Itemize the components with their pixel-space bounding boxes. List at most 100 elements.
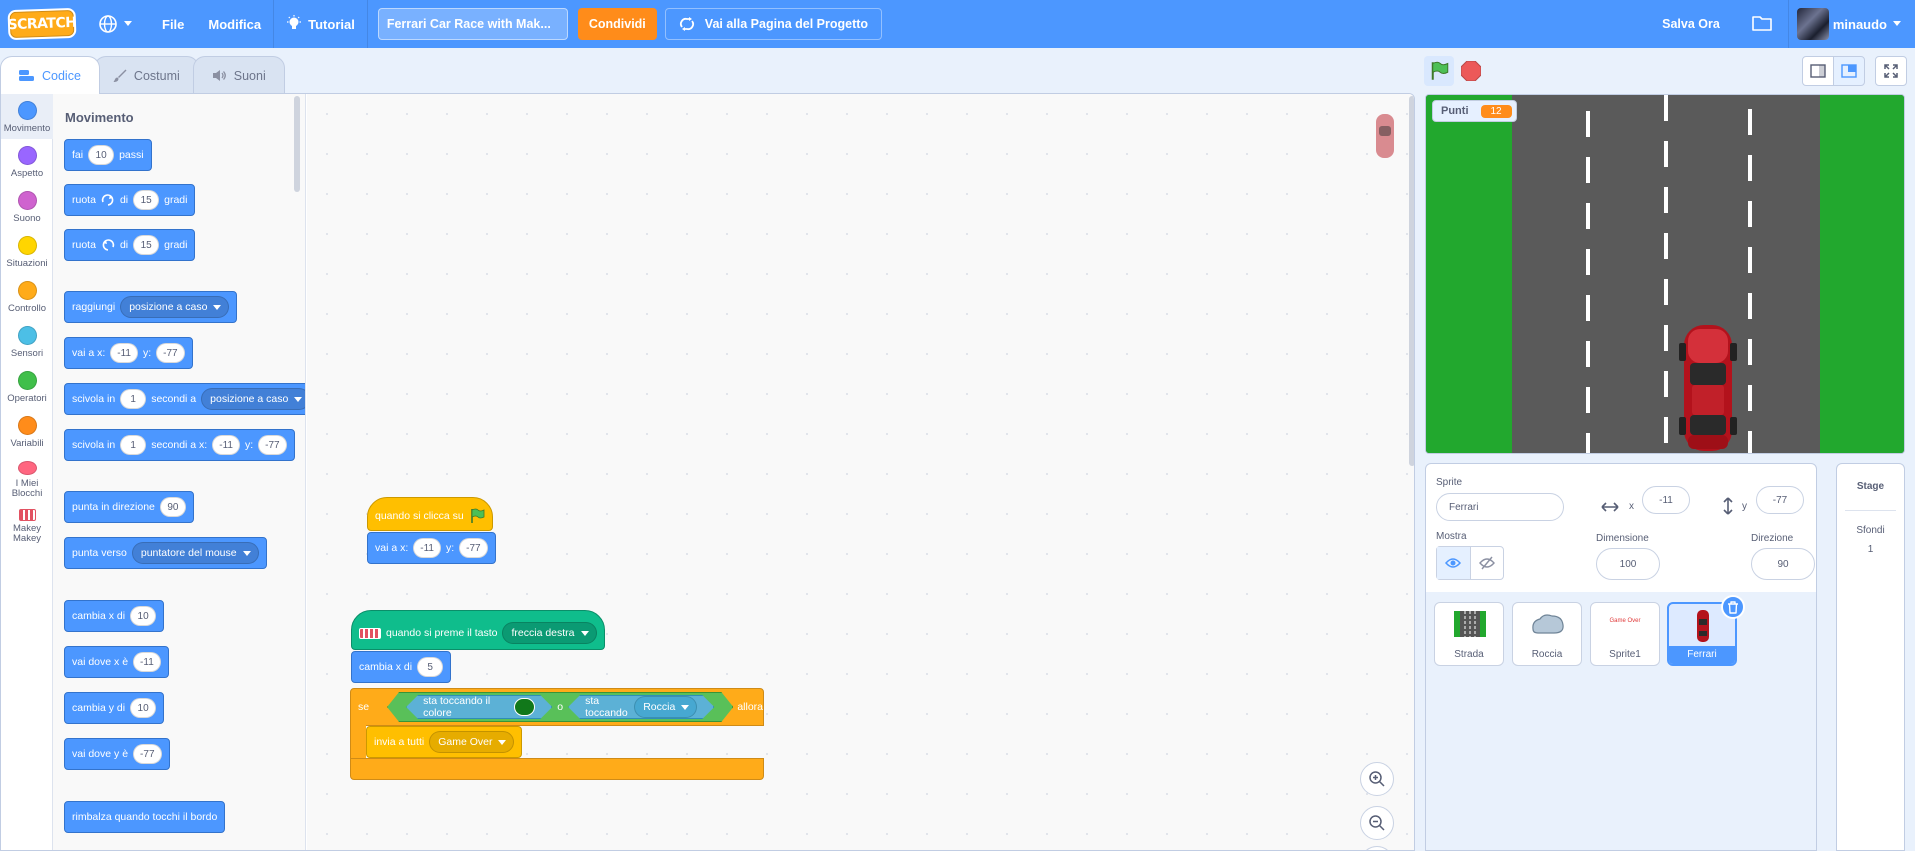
category-sensing[interactable]: Sensori	[1, 319, 53, 364]
block-broadcast[interactable]: invia a tutti Game Over	[366, 726, 523, 758]
sprite-thumb-strada[interactable]: Strada	[1434, 602, 1504, 666]
category-label: Makey Makey	[13, 523, 41, 544]
dx-input[interactable]: 5	[417, 657, 444, 677]
sprite-thumb-sprite1[interactable]: Game Over Sprite1	[1590, 602, 1660, 666]
secs-input[interactable]: 1	[120, 389, 147, 409]
x-input[interactable]: -11	[133, 652, 161, 672]
direction-input[interactable]: 90	[1751, 548, 1815, 580]
ferrari-sprite[interactable]	[1678, 321, 1738, 454]
category-operators[interactable]: Operatori	[1, 364, 53, 409]
block-point-direction[interactable]: punta in direzione 90	[64, 491, 194, 523]
direction-label: Direzione	[1751, 533, 1794, 544]
sprite-thumb-roccia[interactable]: Roccia	[1512, 602, 1582, 666]
block-change-x[interactable]: cambia x di 5	[351, 651, 452, 683]
fullscreen-button[interactable]	[1875, 56, 1907, 86]
category-looks[interactable]: Aspetto	[1, 139, 53, 184]
tutorial-menu[interactable]: Tutorial	[274, 0, 367, 48]
save-now-button[interactable]: Salva Ora	[1646, 17, 1736, 31]
touching-target-dropdown[interactable]: Roccia	[634, 696, 697, 718]
tab-sounds[interactable]: Suoni	[192, 56, 285, 94]
category-motion[interactable]: Movimento	[1, 94, 53, 139]
block-set-x[interactable]: vai dove x è -11	[64, 646, 169, 678]
y-input[interactable]: -77	[258, 435, 287, 455]
category-events[interactable]: Situazioni	[1, 229, 53, 274]
when-key-pressed-hat[interactable]: quando si preme il tasto freccia destra	[351, 610, 605, 650]
degrees-input[interactable]: 15	[133, 235, 160, 255]
account-menu[interactable]: minaudo	[1789, 0, 1915, 48]
stage-selector[interactable]: Stage Sfondi 1	[1836, 463, 1905, 851]
block-turn-left[interactable]: ruota di 15 gradi	[64, 229, 196, 261]
stop-button[interactable]	[1460, 60, 1482, 82]
category-makey-makey[interactable]: Makey Makey	[1, 499, 53, 544]
x-input[interactable]: -11	[413, 538, 441, 558]
category-variables[interactable]: Variabili	[1, 409, 53, 454]
degrees-input[interactable]: 15	[133, 190, 160, 210]
y-input[interactable]: -77	[133, 744, 162, 764]
block-go-to-xy[interactable]: vai a x: -11 y: -77	[367, 532, 496, 564]
goto-target-dropdown[interactable]: posizione a caso	[120, 296, 230, 318]
show-hidden-button[interactable]	[1471, 547, 1504, 579]
tab-sounds-label: Suoni	[233, 68, 266, 83]
size-input[interactable]: 100	[1596, 548, 1660, 580]
point-towards-dropdown[interactable]: puntatore del mouse	[131, 542, 259, 564]
y-position-input[interactable]: -77	[1756, 486, 1804, 514]
workspace-scrollbar[interactable]	[1409, 96, 1414, 466]
green-flag-button[interactable]	[1424, 56, 1454, 86]
small-stage-button[interactable]	[1802, 56, 1834, 86]
block-glide-to[interactable]: scivola in 1 secondi a posizione a caso	[64, 383, 305, 415]
normal-stage-button[interactable]	[1833, 56, 1865, 86]
project-page-button[interactable]: Vai alla Pagina del Progetto	[664, 8, 883, 40]
if-then-block[interactable]: se sta toccando il colore o sta toccando…	[350, 688, 764, 780]
scratch-logo[interactable]: SCRATCH	[7, 7, 77, 41]
monitor-value: 12	[1480, 104, 1512, 118]
category-control[interactable]: Controllo	[1, 274, 53, 319]
touching-color-condition[interactable]: sta toccando il colore	[406, 695, 552, 719]
tab-costumes[interactable]: Costumi	[93, 56, 199, 94]
project-title-input[interactable]: Ferrari Car Race with Mak...	[377, 8, 568, 40]
touching-object-condition[interactable]: sta toccando Roccia	[568, 695, 714, 719]
dy-input[interactable]: 10	[130, 698, 157, 718]
block-change-y[interactable]: cambia y di 10	[64, 692, 165, 724]
block-glide-to-xy[interactable]: scivola in 1 secondi a x: -11 y: -77	[64, 429, 295, 461]
block-point-towards[interactable]: punta verso puntatore del mouse	[64, 537, 267, 569]
delete-sprite-button[interactable]	[1721, 595, 1745, 619]
key-dropdown[interactable]: freccia destra	[502, 622, 597, 644]
steps-input[interactable]: 10	[88, 145, 115, 165]
x-input[interactable]: -11	[110, 343, 138, 363]
category-my-blocks[interactable]: I Miei Blocchi	[1, 454, 53, 499]
block-go-to-xy[interactable]: vai a x: -11 y: -77	[64, 337, 193, 369]
y-input[interactable]: -77	[459, 538, 488, 558]
file-menu[interactable]: File	[150, 0, 196, 48]
block-go-to[interactable]: raggiungi posizione a caso	[64, 291, 238, 323]
dx-input[interactable]: 10	[130, 606, 157, 626]
when-flag-clicked-hat[interactable]: quando si clicca su	[367, 497, 493, 531]
palette-scrollbar[interactable]	[294, 96, 300, 192]
or-operator[interactable]: sta toccando il colore o sta toccando Roc…	[387, 692, 733, 722]
x-input[interactable]: -11	[212, 435, 240, 455]
stage-canvas[interactable]: Punti 12	[1425, 94, 1905, 454]
block-change-x[interactable]: cambia x di 10	[64, 600, 165, 632]
secs-input[interactable]: 1	[120, 435, 147, 455]
block-set-y[interactable]: vai dove y è -77	[64, 738, 170, 770]
zoom-in-button[interactable]	[1360, 762, 1394, 796]
block-move-steps[interactable]: fai 10 passi	[64, 139, 152, 171]
sprite-name-input[interactable]: Ferrari	[1436, 493, 1564, 521]
message-dropdown[interactable]: Game Over	[429, 731, 515, 753]
language-menu[interactable]	[86, 0, 150, 48]
my-stuff-button[interactable]	[1736, 15, 1788, 34]
share-button[interactable]: Condividi	[577, 8, 657, 40]
edit-menu[interactable]: Modifica	[196, 0, 273, 48]
x-position-input[interactable]: -11	[1642, 486, 1690, 514]
direction-input[interactable]: 90	[159, 497, 186, 517]
zoom-out-button[interactable]	[1360, 806, 1394, 840]
block-turn-right[interactable]: ruota di 15 gradi	[64, 184, 196, 216]
y-input[interactable]: -77	[156, 343, 185, 363]
backdrops-label: Sfondi	[1856, 525, 1885, 536]
block-bounce[interactable]: rimbalza quando tocchi il bordo	[64, 801, 226, 833]
tab-code[interactable]: Codice	[0, 56, 100, 94]
variable-monitor[interactable]: Punti 12	[1432, 100, 1517, 122]
glide-target-dropdown[interactable]: posizione a caso	[201, 388, 305, 410]
category-sound[interactable]: Suono	[1, 184, 53, 229]
color-swatch[interactable]	[514, 698, 535, 716]
show-visible-button[interactable]	[1437, 547, 1471, 579]
